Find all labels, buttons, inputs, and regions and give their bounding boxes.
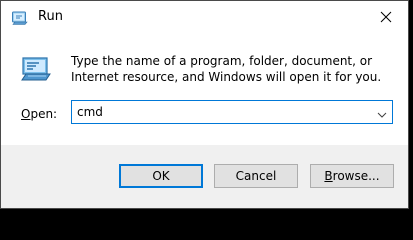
open-label: Open: [21, 106, 57, 122]
window-title: Run [38, 9, 63, 24]
browse-button[interactable]: Browse... [310, 164, 394, 188]
open-combobox[interactable] [71, 100, 393, 124]
open-input[interactable] [72, 101, 368, 123]
title-bar[interactable]: Run [1, 1, 408, 33]
ok-button[interactable]: OK [119, 164, 203, 188]
run-icon [12, 10, 28, 25]
chevron-down-icon [377, 103, 387, 122]
button-bar: OK Cancel Browse... [1, 145, 408, 208]
browse-accesskey: B [324, 169, 333, 183]
run-dialog: Run Type the name of a program, folder, … [0, 0, 409, 209]
run-dialog-icon [20, 53, 52, 85]
dialog-description: Type the name of a program, folder, docu… [71, 54, 382, 84]
cancel-button[interactable]: Cancel [214, 164, 298, 188]
open-label-text: pen: [30, 107, 58, 121]
browse-label: rowse... [332, 169, 380, 183]
dropdown-button[interactable] [372, 101, 392, 123]
close-button[interactable] [364, 1, 408, 33]
close-icon [380, 8, 392, 27]
dialog-content: Type the name of a program, folder, docu… [1, 33, 408, 145]
